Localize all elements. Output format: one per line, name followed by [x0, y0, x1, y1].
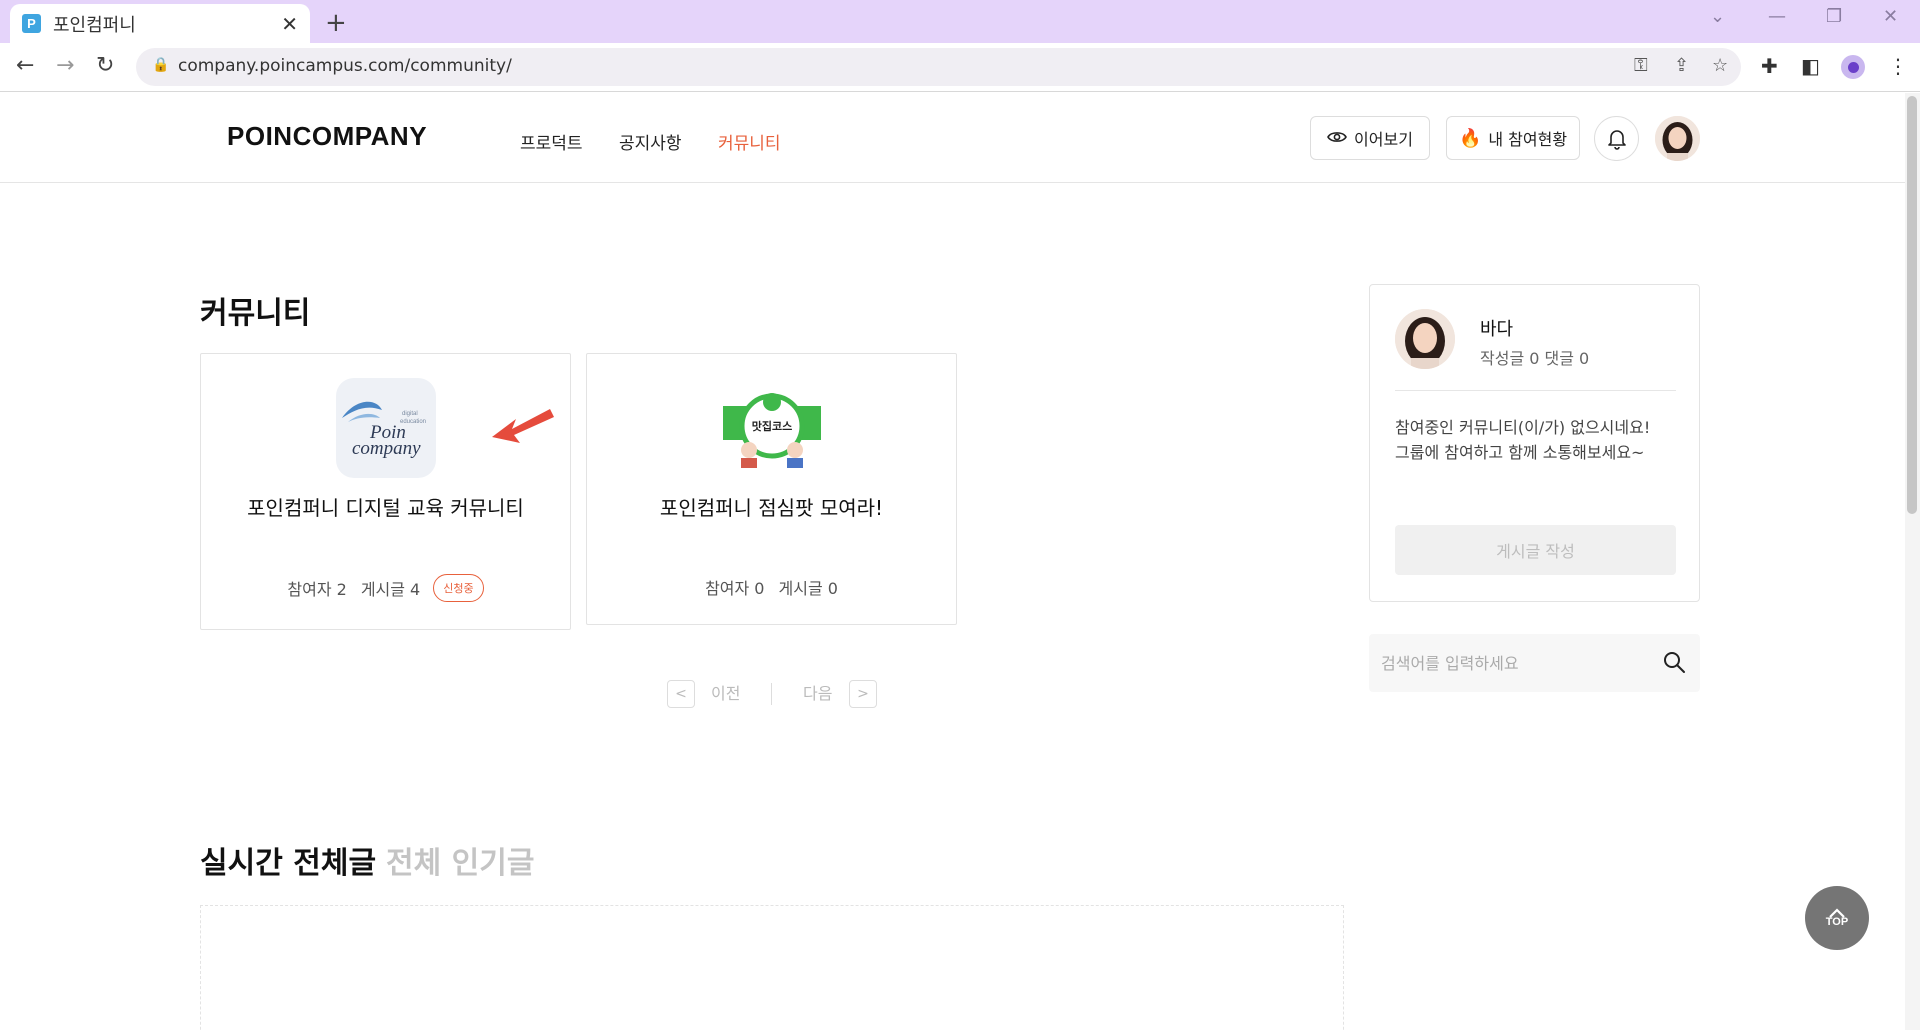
back-icon[interactable]: ←: [16, 53, 34, 78]
side-panel-icon[interactable]: ◧: [1801, 54, 1820, 78]
empty-community-message: 참여중인 커뮤니티(이/가) 없으시네요! 그룹에 참여하고 함께 소통해보세요…: [1395, 418, 1651, 462]
profile-stats: 작성글 0 댓글 0: [1480, 349, 1590, 368]
scroll-top-button[interactable]: TOP: [1805, 886, 1869, 950]
address-bar[interactable]: 🔒 company.poincampus.com/community/ ⚿ ⇪ …: [136, 48, 1741, 86]
svg-text:digital: digital: [402, 411, 418, 417]
fire-icon: 🔥: [1458, 127, 1482, 149]
participants-count: 참여자 0: [705, 579, 765, 598]
community-card-title: 포인컴퍼니 점심팟 모여라!: [659, 496, 884, 520]
prev-page-label[interactable]: 이전: [711, 680, 740, 704]
continue-button[interactable]: 이어보기: [1310, 116, 1430, 160]
browser-tab[interactable]: P 포인컴퍼니 ✕: [10, 4, 310, 43]
extensions-icon[interactable]: ✚: [1761, 54, 1778, 78]
window-close-icon[interactable]: ✕: [1883, 6, 1898, 27]
nav-product[interactable]: 프로덕트: [520, 129, 583, 154]
my-status-label: 내 참여현황: [1488, 130, 1568, 149]
nav-community[interactable]: 커뮤니티: [718, 129, 781, 154]
community-card-stats: 참여자 2 게시글 4 신청중: [201, 574, 570, 602]
page-title: 커뮤니티: [200, 296, 311, 331]
community-logo-poin: digital education Poin company: [336, 378, 436, 478]
bookmark-star-icon[interactable]: ☆: [1712, 55, 1728, 76]
pager-divider: [771, 683, 772, 705]
new-tab-icon[interactable]: +: [325, 8, 347, 38]
community-card-title: 포인컴퍼니 디지털 교육 커뮤니티: [247, 496, 524, 520]
profile-card: 바다 작성글 0 댓글 0 참여중인 커뮤니티(이/가) 없으시네요! 그룹에 …: [1369, 284, 1700, 602]
community-card[interactable]: 맛집코스 포인컴퍼니 점심팟 모여라! 참여자 0 게시글 0: [586, 353, 957, 625]
nav-notice[interactable]: 공지사항: [619, 129, 682, 154]
search-input[interactable]: [1369, 634, 1649, 692]
reload-icon[interactable]: ↻: [96, 53, 114, 78]
status-badge: 신청중: [433, 574, 484, 602]
community-logo-lunch: 맛집코스: [721, 388, 823, 470]
favicon-icon: P: [22, 14, 41, 33]
key-icon[interactable]: ⚿: [1634, 55, 1648, 76]
top-label: TOP: [1825, 916, 1849, 928]
search-box: [1369, 634, 1700, 692]
community-card-stats: 참여자 0 게시글 0: [587, 575, 956, 599]
svg-text:company: company: [352, 438, 421, 459]
participants-count: 참여자 2: [287, 580, 347, 599]
search-icon[interactable]: [1662, 650, 1686, 678]
url-text: company.poincampus.com/community/: [178, 56, 512, 76]
prev-page-button[interactable]: <: [667, 680, 695, 708]
share-icon[interactable]: ⇪: [1674, 55, 1689, 76]
profile-avatar: [1395, 309, 1455, 369]
tab-search-icon[interactable]: ⌄: [1710, 6, 1725, 27]
minimize-icon[interactable]: —: [1768, 6, 1786, 27]
browser-menu-icon[interactable]: ⋮: [1888, 54, 1908, 78]
browser-tabstrip: P 포인컴퍼니 ✕ + ⌄ — ❐ ✕: [0, 0, 1920, 43]
posts-count: 게시글 0: [778, 579, 838, 598]
site-header: POINCOMPANY 프로덕트 공지사항 커뮤니티 이어보기 🔥 내 참여현황: [0, 93, 1905, 183]
tab-popular-posts[interactable]: 전체 인기글: [386, 838, 534, 882]
profile-name: 바다: [1480, 319, 1514, 340]
community-card[interactable]: digital education Poin company 포인컴퍼니 디지털…: [200, 353, 571, 630]
site-logo[interactable]: POINCOMPANY: [227, 121, 427, 152]
forward-icon[interactable]: →: [56, 53, 74, 78]
next-page-button[interactable]: >: [849, 680, 877, 708]
user-avatar[interactable]: [1655, 116, 1700, 161]
browser-toolbar: ← → ↻ 🔒 company.poincampus.com/community…: [0, 43, 1920, 92]
posts-count: 게시글 4: [360, 580, 421, 599]
feed-list: [200, 905, 1344, 1030]
notification-bell-icon[interactable]: [1594, 116, 1639, 161]
scrollbar-thumb[interactable]: [1907, 96, 1917, 514]
lock-icon: 🔒: [152, 57, 170, 73]
continue-label: 이어보기: [1354, 130, 1413, 149]
tab-title: 포인컴퍼니: [53, 14, 136, 36]
write-post-button[interactable]: 게시글 작성: [1395, 525, 1676, 575]
svg-text:맛집코스: 맛집코스: [752, 419, 792, 433]
restore-icon[interactable]: ❐: [1826, 6, 1842, 27]
close-tab-icon[interactable]: ✕: [281, 12, 298, 36]
my-status-button[interactable]: 🔥 내 참여현황: [1446, 116, 1580, 160]
profile-divider: [1395, 390, 1676, 391]
eye-icon: [1327, 128, 1347, 149]
browser-profile-icon[interactable]: [1841, 55, 1865, 79]
red-arrow-icon: [486, 399, 556, 453]
next-page-label[interactable]: 다음: [803, 680, 832, 704]
tab-realtime-posts[interactable]: 실시간 전체글: [200, 838, 376, 882]
